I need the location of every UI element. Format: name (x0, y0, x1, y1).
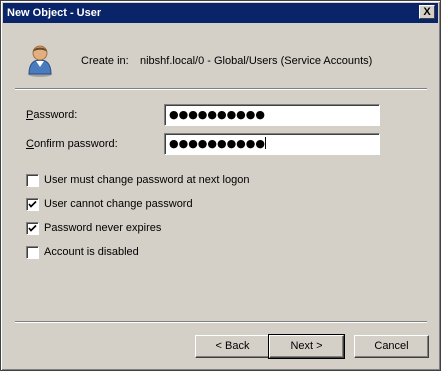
create-in-path: nibshf.local/0 - Global/Users (Service A… (140, 55, 373, 67)
checkbox-label: User must change password at next logon (44, 174, 250, 186)
title-bar[interactable]: New Object - User X (3, 3, 438, 23)
confirm-label-text: onfirm password: (33, 138, 118, 150)
cancel-button[interactable]: Cancel (354, 335, 429, 358)
password-value: ●●●●●●●●●● (169, 108, 265, 121)
back-button[interactable]: < Back (195, 335, 270, 358)
checkbox-box[interactable] (26, 198, 39, 211)
checkbox-box[interactable] (26, 174, 39, 187)
checkmark-icon (28, 200, 37, 208)
checkbox-box[interactable] (26, 222, 39, 235)
text-caret (264, 137, 266, 149)
password-label: Password: (26, 109, 77, 121)
close-button[interactable]: X (419, 5, 435, 19)
user-icon (28, 45, 52, 77)
checkbox-label: User cannot change password (44, 198, 193, 210)
next-button[interactable]: Next > (268, 334, 345, 359)
password-label-text: assword: (33, 109, 78, 121)
checkbox-box[interactable] (26, 246, 39, 259)
confirm-label-accesskey: C (26, 138, 34, 150)
password-field[interactable]: ●●●●●●●●●● (164, 104, 380, 126)
confirm-password-field[interactable]: ●●●●●●●●●● (164, 133, 380, 155)
new-user-dialog: New Object - User X Create in: nibshf.lo… (0, 0, 441, 371)
checkbox-label: Password never expires (44, 222, 162, 234)
checkmark-icon (28, 224, 37, 232)
confirm-password-value: ●●●●●●●●●● (169, 137, 265, 150)
confirm-password-label: Confirm password: (26, 138, 118, 150)
separator-bottom (15, 321, 427, 323)
checkbox-label: Account is disabled (44, 246, 139, 258)
separator-top (15, 88, 427, 90)
window-title: New Object - User (7, 7, 102, 19)
create-in-label: Create in: (81, 55, 129, 67)
